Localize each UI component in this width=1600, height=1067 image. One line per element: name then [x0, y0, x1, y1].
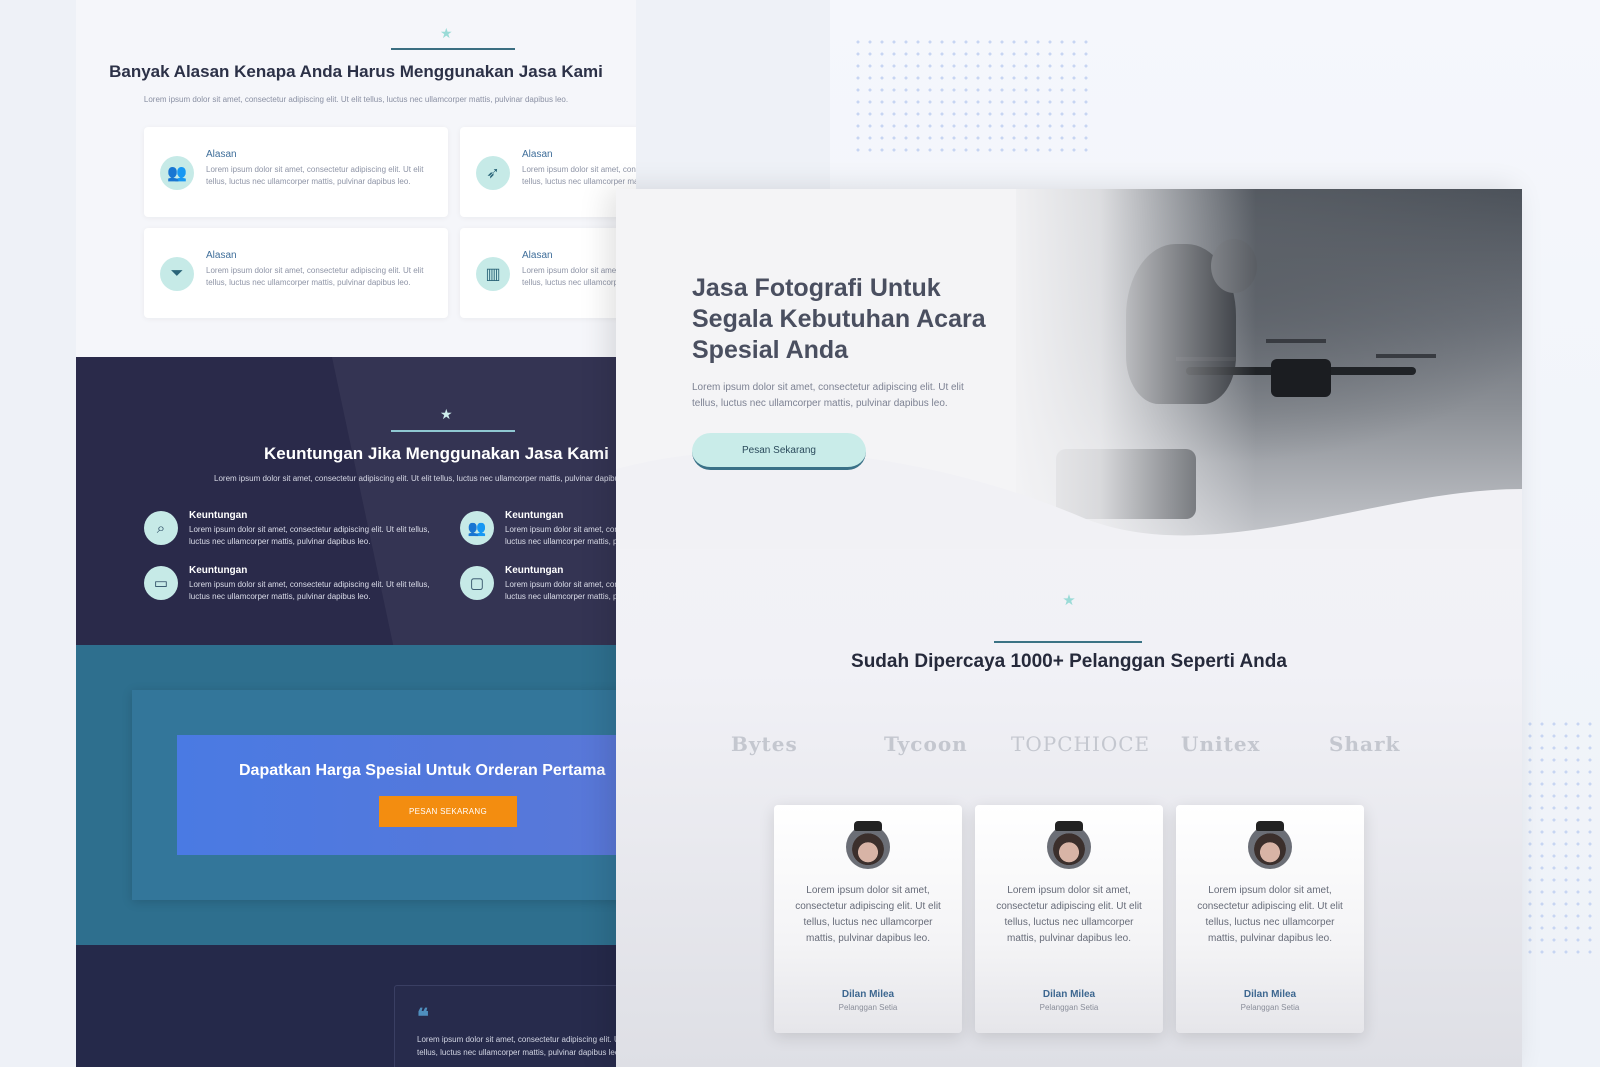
card-title: Alasan: [522, 149, 553, 160]
paper-plane-icon: ➶: [476, 156, 510, 190]
testimonial-card: Lorem ipsum dolor sit amet, consectetur …: [975, 805, 1163, 1033]
hero-wave: [616, 450, 1522, 549]
card-title: Alasan: [206, 149, 237, 160]
benefit-title: Keuntungan: [189, 510, 248, 521]
avatar: [1248, 825, 1292, 869]
divider: [391, 48, 515, 50]
card-title: Alasan: [522, 250, 553, 261]
reason-card: ⏷ Alasan Lorem ipsum dolor sit amet, con…: [144, 228, 448, 318]
testimonial-card: Lorem ipsum dolor sit amet, consectetur …: [1176, 805, 1364, 1033]
search-icon: ⌕: [144, 511, 178, 545]
star-icon: ★: [1062, 592, 1076, 609]
testimonial-text: Lorem ipsum dolor sit amet, consectetur …: [1197, 885, 1343, 944]
card-desc: Lorem ipsum dolor sit amet, consectetur …: [206, 266, 424, 287]
testimonial-section: ❝ Lorem ipsum dolor sit amet, consectetu…: [76, 945, 636, 1067]
reason-card: 👥 Alasan Lorem ipsum dolor sit amet, con…: [144, 127, 448, 217]
client-logo: Unitex: [1181, 732, 1261, 756]
quote-text: Lorem ipsum dolor sit amet, consectetur …: [417, 1035, 635, 1057]
client-logo: Shark: [1329, 732, 1401, 756]
meeting-icon: 👥: [460, 511, 494, 545]
testimonial-role: Pelanggan Setia: [1039, 1003, 1099, 1012]
promo-banner: Dapatkan Harga Spesial Untuk Orderan Per…: [177, 735, 636, 855]
card-desc: Lorem ipsum dolor sit amet, consectetur …: [206, 165, 424, 186]
users-icon: 👥: [160, 156, 194, 190]
testimonial-name: Dilan Milea: [841, 989, 895, 1000]
promo-section: Dapatkan Harga Spesial Untuk Orderan Per…: [76, 645, 636, 945]
page-mockup-left: ★ Banyak Alasan Kenapa Anda Harus Menggu…: [76, 0, 636, 1067]
card-desc: Lorem ipsum dolor sit amet, consectetur …: [522, 165, 636, 186]
laptop-check-icon: ▭: [144, 566, 178, 600]
section-subtitle: Lorem ipsum dolor sit amet, consectetur …: [214, 474, 636, 483]
chat-shield-icon: ▢: [460, 566, 494, 600]
avatar: [846, 825, 890, 869]
star-icon: ★: [440, 406, 453, 422]
card-title: Alasan: [206, 250, 237, 261]
trusted-title: Sudah Dipercaya 1000+ Pelanggan Seperti …: [851, 651, 1287, 672]
benefit-title: Keuntungan: [505, 510, 564, 521]
dot-pattern: [852, 36, 1092, 156]
testimonial-role: Pelanggan Setia: [838, 1003, 898, 1012]
client-logo: Tycoon: [884, 732, 968, 756]
dot-pattern: [1524, 718, 1594, 958]
hero-section: Jasa Fotografi Untuk Segala Kebutuhan Ac…: [616, 189, 1522, 549]
benefit-title: Keuntungan: [505, 565, 564, 576]
section-title: Banyak Alasan Kenapa Anda Harus Mengguna…: [109, 62, 603, 81]
reasons-section: ★ Banyak Alasan Kenapa Anda Harus Menggu…: [76, 0, 636, 357]
reason-card: ▥ Alasan Lorem ipsum dolor sit amet, con…: [460, 228, 636, 318]
testimonial-card: Lorem ipsum dolor sit amet, consectetur …: [774, 805, 962, 1033]
hero-title: Jasa Fotografi Untuk Segala Kebutuhan Ac…: [692, 274, 986, 364]
divider: [994, 641, 1142, 643]
divider: [391, 430, 515, 432]
testimonial-name: Dilan Milea: [1042, 989, 1096, 1000]
testimonial-role: Pelanggan Setia: [1240, 1003, 1300, 1012]
order-now-button[interactable]: Pesan Sekarang: [692, 433, 866, 470]
quote-card: ❝ Lorem ipsum dolor sit amet, consectetu…: [394, 985, 636, 1067]
client-logo: Bytes: [731, 732, 798, 756]
section-title: Keuntungan Jika Menggunakan Jasa Kami: [264, 444, 609, 463]
reason-card: ➶ Alasan Lorem ipsum dolor sit amet, con…: [460, 127, 636, 217]
quote-icon: ❝: [417, 1004, 429, 1030]
benefit-title: Keuntungan: [189, 565, 248, 576]
benefit-desc: Lorem ipsum dolor sit amet, consectetur …: [189, 580, 430, 601]
star-icon: ★: [440, 25, 453, 41]
hero-description: Lorem ipsum dolor sit amet, consectetur …: [692, 382, 964, 409]
testimonial-name: Dilan Milea: [1243, 989, 1297, 1000]
testimonial-text: Lorem ipsum dolor sit amet, consectetur …: [996, 885, 1142, 944]
section-subtitle: Lorem ipsum dolor sit amet, consectetur …: [143, 95, 569, 104]
filter-dollar-icon: ⏷: [160, 257, 194, 291]
testimonial-text: Lorem ipsum dolor sit amet, consectetur …: [795, 885, 941, 944]
bar-chart-icon: ▥: [476, 257, 510, 291]
page-mockup-right: Jasa Fotografi Untuk Segala Kebutuhan Ac…: [616, 189, 1522, 1067]
client-logo: TOPCHIOCE: [1011, 732, 1151, 756]
benefit-desc: Lorem ipsum dolor sit amet, consectetur …: [189, 525, 430, 546]
benefits-section: ★ Keuntungan Jika Menggunakan Jasa Kami …: [76, 357, 636, 645]
avatar: [1047, 825, 1091, 869]
promo-title: Dapatkan Harga Spesial Untuk Orderan Per…: [239, 762, 606, 779]
order-now-button[interactable]: PESAN SEKARANG: [379, 796, 517, 827]
